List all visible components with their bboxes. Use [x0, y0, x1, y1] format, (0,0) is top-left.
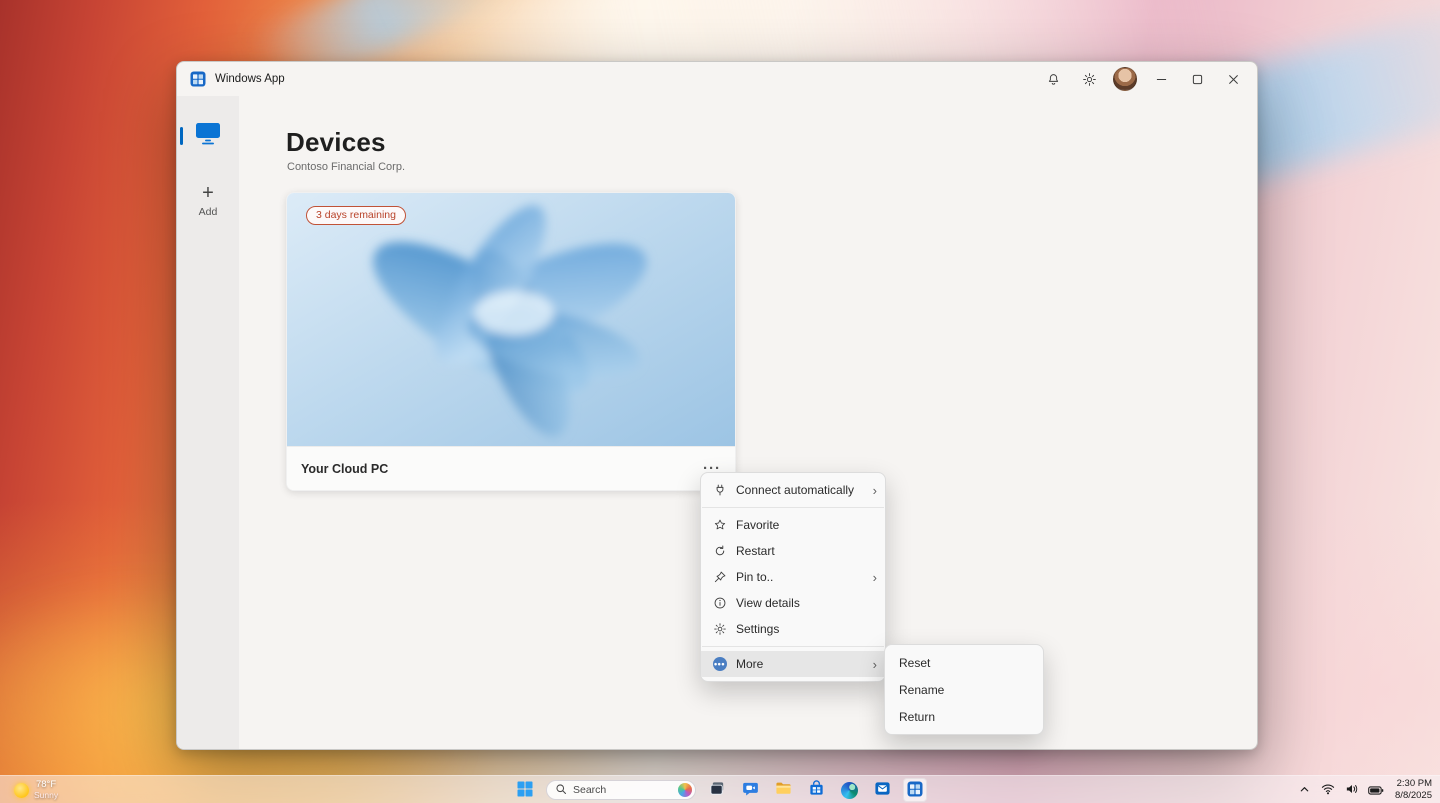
folder-icon [775, 780, 792, 800]
submenu-item-rename[interactable]: Rename [885, 676, 1043, 703]
menu-item-view-details[interactable]: View details [701, 590, 885, 616]
page-subtitle: Contoso Financial Corp. [287, 161, 405, 173]
restart-icon [712, 544, 727, 559]
cloud-pc-thumbnail: 3 days remaining [287, 193, 735, 448]
selected-indicator [180, 127, 183, 145]
star-icon [712, 518, 727, 533]
wifi-button[interactable] [1319, 780, 1337, 800]
settings-button[interactable] [1071, 64, 1107, 94]
account-button[interactable] [1107, 64, 1143, 94]
file-explorer-button[interactable] [771, 778, 795, 802]
chat-button[interactable] [738, 778, 762, 802]
outlook-icon [874, 780, 891, 800]
chevron-right-icon: › [873, 484, 877, 497]
menu-item-label: Settings [736, 622, 779, 636]
cloud-pc-name: Your Cloud PC [301, 462, 388, 476]
menu-item-label: Connect automatically [736, 483, 854, 497]
speaker-icon [1345, 783, 1359, 798]
menu-item-pin-to[interactable]: Pin to.. › [701, 564, 885, 590]
task-view-button[interactable] [705, 778, 729, 802]
pin-icon [712, 570, 727, 585]
gear-icon [1082, 72, 1097, 87]
more-submenu: Reset Rename Return [884, 644, 1044, 735]
window-title: Windows App [215, 73, 285, 85]
clock-date: 8/8/2025 [1395, 790, 1432, 802]
bell-icon [1046, 72, 1061, 87]
add-label: Add [199, 206, 218, 218]
battery-icon [1368, 783, 1384, 798]
windows-logo-icon [517, 781, 533, 800]
menu-item-more[interactable]: ••• More › [701, 651, 885, 677]
sidebar: + Add [177, 96, 239, 749]
weather-widget[interactable]: 78°F Sunny [8, 776, 64, 803]
close-button[interactable] [1215, 64, 1251, 94]
card-footer: Your Cloud PC ··· [287, 446, 735, 490]
menu-item-connect-automatically[interactable]: Connect automatically › [701, 477, 885, 503]
notifications-button[interactable] [1035, 64, 1071, 94]
battery-button[interactable] [1367, 780, 1385, 800]
store-bag-icon [808, 780, 825, 800]
chevron-up-icon [1299, 783, 1310, 798]
minimize-button[interactable] [1143, 64, 1179, 94]
expiry-badge: 3 days remaining [306, 206, 406, 225]
chat-icon [742, 780, 759, 800]
close-icon [1228, 74, 1239, 85]
wifi-icon [1321, 783, 1335, 798]
menu-item-label: More [736, 657, 763, 671]
search-label: Search [573, 784, 672, 796]
search-icon [555, 783, 567, 798]
task-view-icon [709, 780, 726, 800]
ellipsis-icon: ••• [713, 657, 727, 671]
menu-item-favorite[interactable]: Favorite [701, 512, 885, 538]
chevron-right-icon: › [873, 658, 877, 671]
maximize-button[interactable] [1179, 64, 1215, 94]
menu-item-label: Favorite [736, 518, 779, 532]
weather-condition: Sunny [34, 791, 58, 801]
devices-monitor-icon [194, 120, 222, 151]
page-title: Devices [286, 127, 386, 158]
submenu-item-return[interactable]: Return [885, 703, 1043, 730]
search-box[interactable]: Search [546, 780, 696, 800]
info-icon [712, 596, 727, 611]
maximize-icon [1192, 74, 1203, 85]
gear-icon [712, 622, 727, 637]
volume-button[interactable] [1343, 780, 1361, 800]
windows-app-icon [190, 71, 206, 87]
menu-item-label: Pin to.. [736, 570, 773, 584]
windows-app-icon [907, 781, 923, 800]
minimize-icon [1156, 74, 1167, 85]
sun-icon [14, 783, 29, 798]
menu-item-settings[interactable]: Settings [701, 616, 885, 642]
chevron-right-icon: › [873, 571, 877, 584]
menu-item-label: Restart [736, 544, 775, 558]
submenu-item-reset[interactable]: Reset [885, 649, 1043, 676]
start-button[interactable] [513, 778, 537, 802]
menu-item-label: View details [736, 596, 800, 610]
device-context-menu: Connect automatically › Favorite Restart… [700, 472, 886, 682]
taskbar: 78°F Sunny Search [0, 775, 1440, 803]
outlook-button[interactable] [870, 778, 894, 802]
plug-icon [712, 483, 727, 498]
windows-app-taskbar-button[interactable] [903, 778, 927, 802]
menu-separator [702, 646, 884, 647]
menu-separator [702, 507, 884, 508]
menu-item-restart[interactable]: Restart [701, 538, 885, 564]
avatar [1113, 67, 1137, 91]
more-circle-icon: ••• [712, 657, 727, 672]
clock[interactable]: 2:30 PM 8/8/2025 [1391, 778, 1432, 802]
edge-icon [841, 782, 858, 799]
clock-time: 2:30 PM [1397, 778, 1432, 790]
search-highlight-icon [678, 783, 692, 797]
edge-button[interactable] [837, 778, 861, 802]
titlebar[interactable]: Windows App [177, 62, 1257, 96]
cloud-pc-card[interactable]: 3 days remaining Your Cloud PC ··· [286, 192, 736, 491]
weather-temp: 78°F [34, 780, 58, 791]
desktop-wallpaper: Windows App [0, 0, 1440, 803]
plus-icon: + [202, 183, 214, 203]
sidebar-item-devices[interactable] [177, 110, 239, 161]
sidebar-add-button[interactable]: + Add [177, 179, 239, 222]
store-button[interactable] [804, 778, 828, 802]
tray-expand-button[interactable] [1295, 780, 1313, 800]
